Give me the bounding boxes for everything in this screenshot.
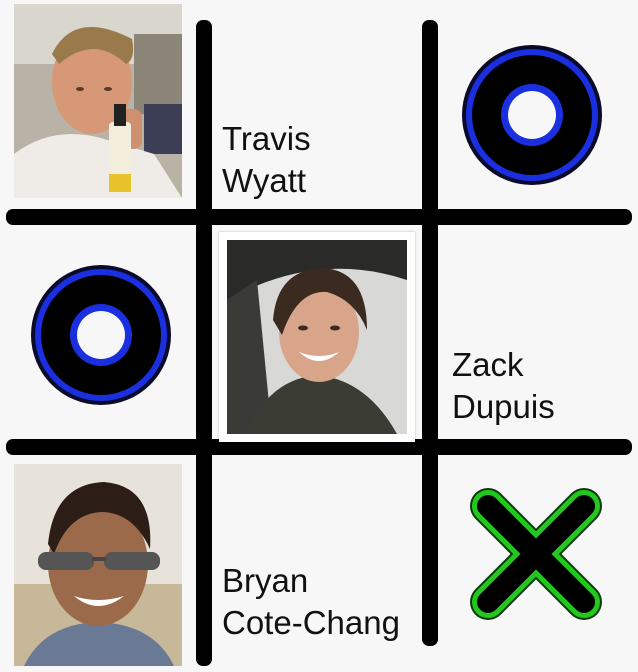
photo-bryan-illustration bbox=[14, 464, 182, 666]
player-last-name: Cote-Chang bbox=[222, 604, 400, 641]
player-last-name: Dupuis bbox=[452, 388, 555, 425]
player-name-travis: Travis Wyatt bbox=[222, 118, 311, 202]
o-mark-icon bbox=[459, 42, 605, 188]
player-first-name: Zack bbox=[452, 346, 524, 383]
o-mark-icon bbox=[28, 262, 174, 408]
player-photo-zack bbox=[219, 232, 415, 442]
player-name-bryan: Bryan Cote-Chang bbox=[222, 560, 400, 644]
grid-line-vertical-right bbox=[422, 20, 438, 646]
tic-tac-toe-board: Travis Wyatt Zack Dupuis Bryan Cote-Chan… bbox=[0, 0, 638, 672]
player-first-name: Bryan bbox=[222, 562, 309, 599]
grid-line-vertical-left bbox=[196, 20, 212, 666]
photo-travis-illustration bbox=[14, 4, 182, 198]
x-mark-icon bbox=[470, 488, 602, 620]
player-last-name: Wyatt bbox=[222, 162, 307, 199]
player-name-zack: Zack Dupuis bbox=[452, 344, 555, 428]
player-photo-travis bbox=[14, 4, 182, 198]
grid-line-horizontal-top bbox=[6, 209, 632, 225]
player-photo-bryan bbox=[14, 464, 182, 666]
photo-zack-illustration bbox=[227, 240, 407, 434]
player-first-name: Travis bbox=[222, 120, 311, 157]
